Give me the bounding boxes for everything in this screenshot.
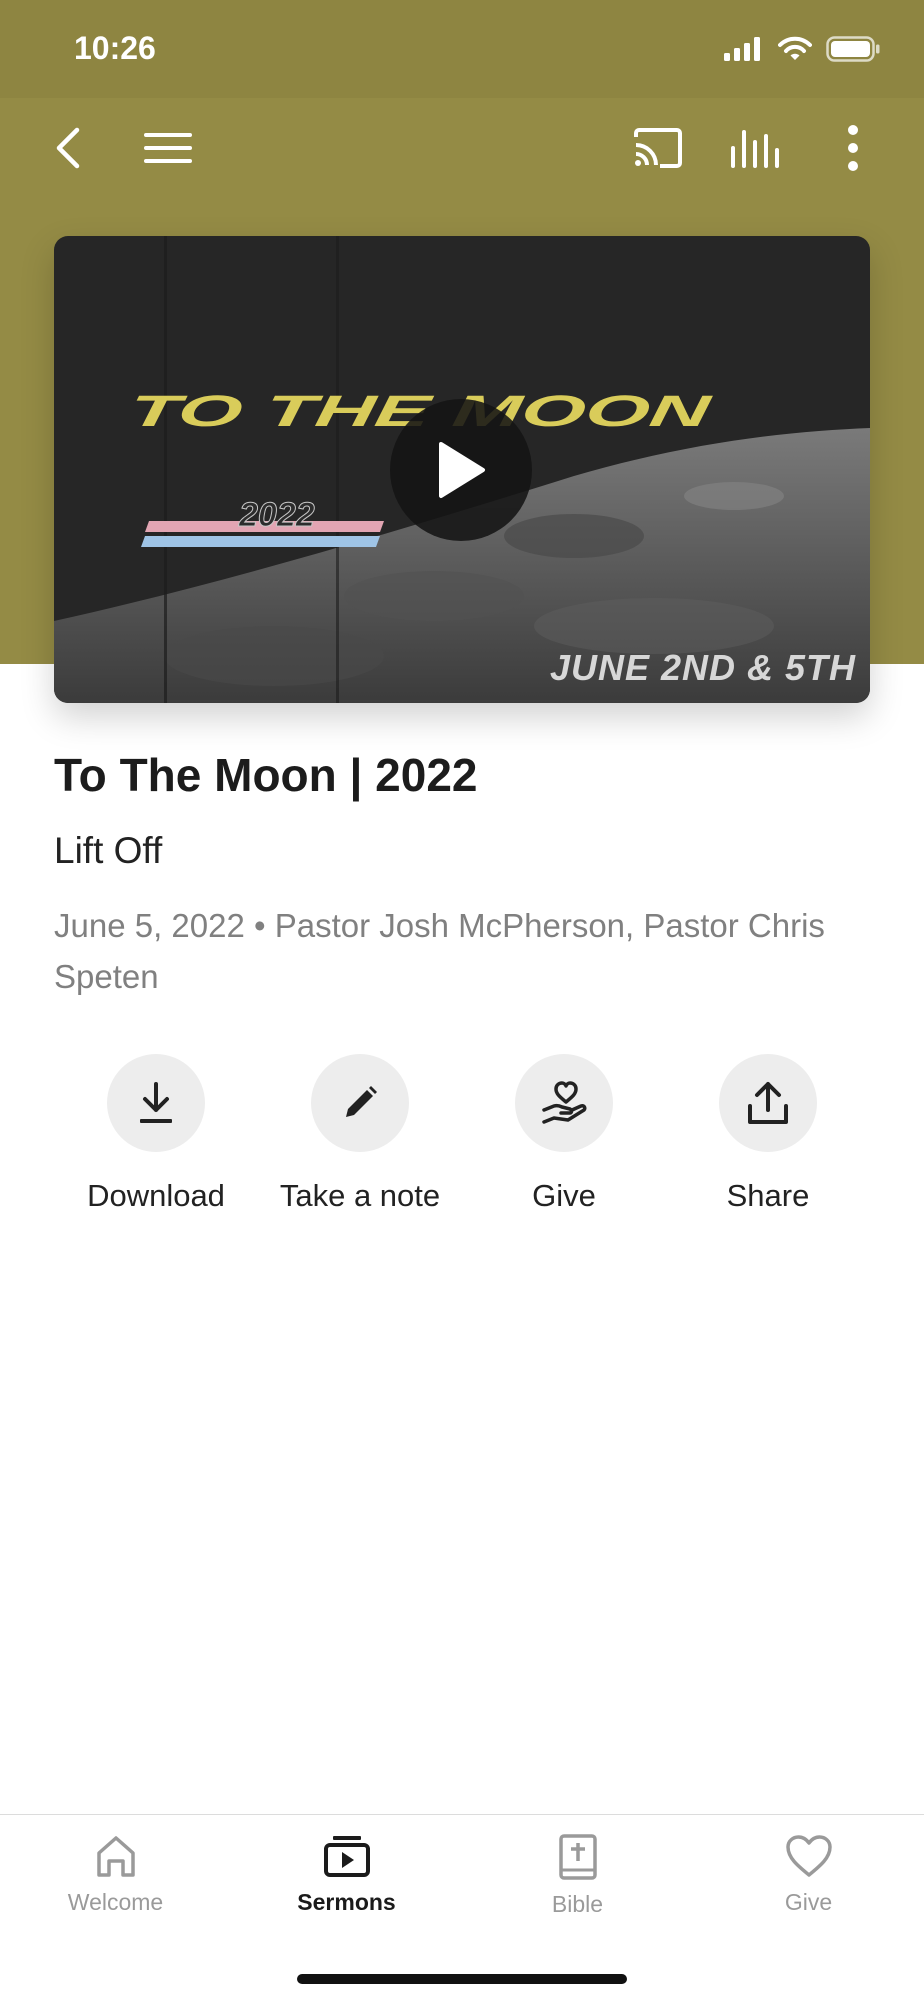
more-options-button[interactable] xyxy=(823,118,883,178)
more-vertical-icon xyxy=(848,125,858,171)
wifi-icon xyxy=(778,36,812,60)
play-button[interactable] xyxy=(390,399,532,541)
cast-icon xyxy=(634,128,682,168)
take-note-label: Take a note xyxy=(279,1178,441,1213)
cast-button[interactable] xyxy=(628,118,688,178)
sermon-subtitle: Lift Off xyxy=(54,830,163,871)
tab-bible-label: Bible xyxy=(551,1891,604,1917)
tab-bar: Welcome Sermons Bible Give xyxy=(0,1814,924,2001)
share-circle[interactable] xyxy=(719,1054,817,1152)
poster-year: 2022 xyxy=(238,496,315,534)
status-bar: 10:26 xyxy=(0,0,924,98)
menu-icon xyxy=(144,133,192,163)
give-circle[interactable] xyxy=(515,1054,613,1152)
give-label: Give xyxy=(532,1178,596,1213)
audio-button[interactable] xyxy=(725,118,785,178)
sermon-meta: June 5, 2022 • Pastor Josh McPherson, Pa… xyxy=(54,907,825,995)
action-row: Download Take a note Give Share xyxy=(54,1054,870,1224)
poster-date-label: JUNE 2ND & 5TH xyxy=(549,647,856,688)
status-time: 10:26 xyxy=(74,30,156,66)
pencil-icon xyxy=(346,1086,377,1117)
take-note-circle[interactable] xyxy=(311,1054,409,1152)
battery-icon xyxy=(826,36,880,62)
heart-icon xyxy=(785,1835,832,1877)
take-note-button[interactable]: Take a note xyxy=(258,1054,462,1214)
download-icon xyxy=(140,1082,172,1123)
tab-give[interactable]: Give xyxy=(693,1833,924,1916)
back-button[interactable] xyxy=(38,118,98,178)
home-indicator xyxy=(297,1974,627,1984)
signal-icon xyxy=(724,37,760,61)
sermon-title: To The Moon | 2022 xyxy=(54,749,478,801)
home-icon xyxy=(96,1836,135,1877)
sermons-icon xyxy=(323,1836,370,1877)
share-icon xyxy=(748,1082,788,1124)
give-button[interactable]: Give xyxy=(462,1054,666,1214)
status-icons xyxy=(724,36,880,62)
play-icon xyxy=(439,442,485,498)
tab-sermons[interactable]: Sermons xyxy=(231,1833,462,1916)
back-icon xyxy=(56,127,80,169)
bible-icon xyxy=(558,1834,597,1880)
audio-levels-icon xyxy=(731,130,779,168)
video-player[interactable]: TO THE MOON 2022 JUNE 2ND & 5TH xyxy=(54,236,870,703)
tab-welcome[interactable]: Welcome xyxy=(0,1833,231,1916)
give-hand-heart-icon xyxy=(542,1081,587,1124)
tab-bible[interactable]: Bible xyxy=(462,1833,693,1918)
tab-sermons-label: Sermons xyxy=(297,1889,396,1915)
tab-welcome-label: Welcome xyxy=(67,1889,164,1915)
download-button[interactable]: Download xyxy=(54,1054,258,1214)
top-toolbar xyxy=(0,98,924,198)
share-button[interactable]: Share xyxy=(666,1054,870,1214)
download-circle[interactable] xyxy=(107,1054,205,1152)
download-label: Download xyxy=(87,1178,225,1213)
tab-give-label: Give xyxy=(784,1889,833,1915)
share-label: Share xyxy=(726,1178,810,1213)
menu-button[interactable] xyxy=(138,118,198,178)
